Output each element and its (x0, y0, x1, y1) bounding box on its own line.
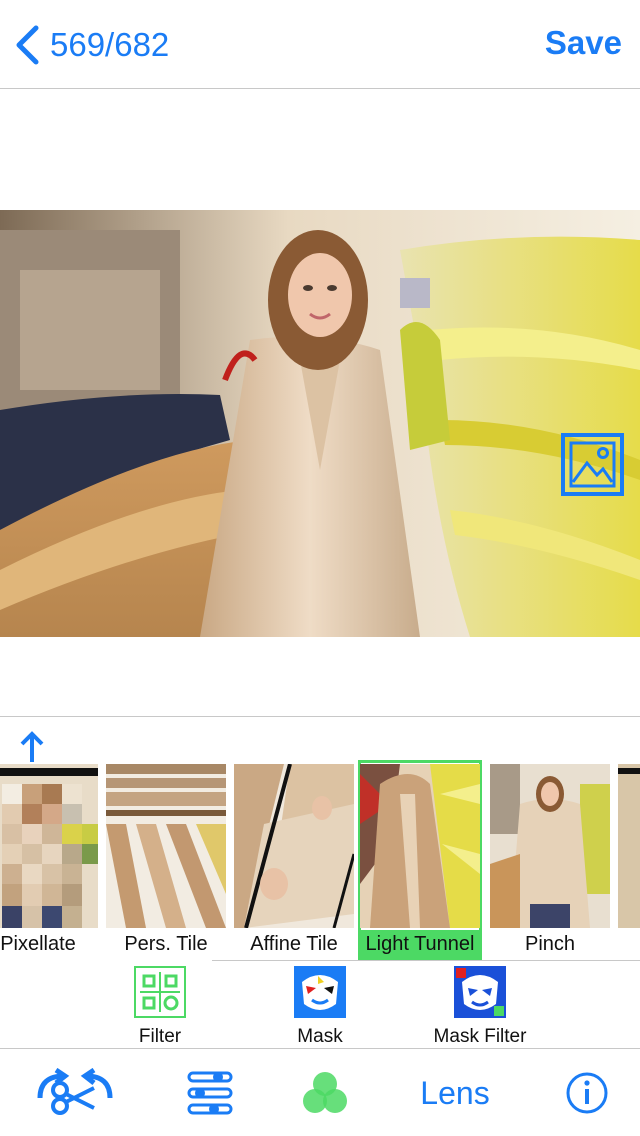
mask-mode-label: Mask (297, 1026, 343, 1047)
filter-mode-label: Filter (138, 1026, 182, 1047)
filter-mode-button[interactable]: Filter (80, 966, 240, 1047)
adjustments-button[interactable] (180, 1065, 240, 1121)
filter-label-light-tunnel: Light Tunnel (358, 930, 482, 958)
filters-tab-button[interactable] (295, 1065, 355, 1121)
light-tunnel-preview (360, 764, 480, 928)
bottom-toolbar: Lens (0, 1048, 640, 1136)
sliders-icon (187, 1071, 233, 1115)
strip-divider (212, 960, 640, 961)
image-counter: 569/682 (50, 26, 170, 63)
navigation-bar: 569/682 Save (0, 0, 640, 89)
filter-label-pixellate: Pixellate (0, 933, 76, 955)
filter-thumb-affine-tile[interactable]: Affine Tile (232, 760, 356, 960)
filter-thumb-pers-tile[interactable]: Pers. Tile (104, 760, 228, 960)
filter-thumb-pinch[interactable]: Pinch (488, 760, 612, 960)
filter-thumb-next[interactable] (616, 760, 640, 960)
pers-tile-preview (106, 764, 226, 928)
affine-tile-preview (234, 764, 354, 928)
color-circles-icon (303, 1072, 347, 1113)
back-button[interactable]: 569/682 (14, 22, 169, 68)
up-arrow-icon (20, 731, 44, 762)
crop-rotate-icon (37, 1068, 113, 1115)
info-button[interactable] (560, 1065, 614, 1121)
mask-filter-mode-label: Mask Filter (433, 1026, 527, 1047)
main-photo (0, 210, 640, 637)
filter-label-pers-tile: Pers. Tile (124, 933, 208, 955)
pinch-preview (490, 764, 610, 928)
next-filter-preview (618, 764, 640, 928)
save-button[interactable]: Save (545, 24, 622, 62)
filter-strip[interactable]: Pixellate Pers. Tile Affine Tile Light T… (0, 760, 640, 960)
mask-icon (294, 966, 346, 1018)
pixellate-preview (0, 764, 98, 928)
back-chevron-icon (16, 25, 39, 65)
expand-button[interactable] (18, 730, 46, 764)
filter-icon (134, 966, 186, 1018)
mode-selector: Filter Mask Mask Filter (0, 962, 640, 1048)
mask-filter-icon (454, 966, 506, 1018)
gallery-icon (561, 433, 624, 496)
mask-mode-button[interactable]: Mask (240, 966, 400, 1047)
lens-button[interactable]: Lens (405, 1065, 505, 1121)
filter-label-affine-tile: Affine Tile (250, 933, 338, 955)
panel-divider (0, 716, 640, 717)
filter-thumb-light-tunnel[interactable]: Light Tunnel (358, 760, 482, 960)
crop-rotate-button[interactable] (30, 1065, 120, 1121)
info-icon (566, 1072, 608, 1114)
filter-label-pinch: Pinch (524, 933, 576, 955)
filter-thumb-pixellate[interactable]: Pixellate (0, 760, 100, 960)
mask-filter-mode-button[interactable]: Mask Filter (400, 966, 560, 1047)
gallery-button[interactable] (561, 433, 624, 496)
